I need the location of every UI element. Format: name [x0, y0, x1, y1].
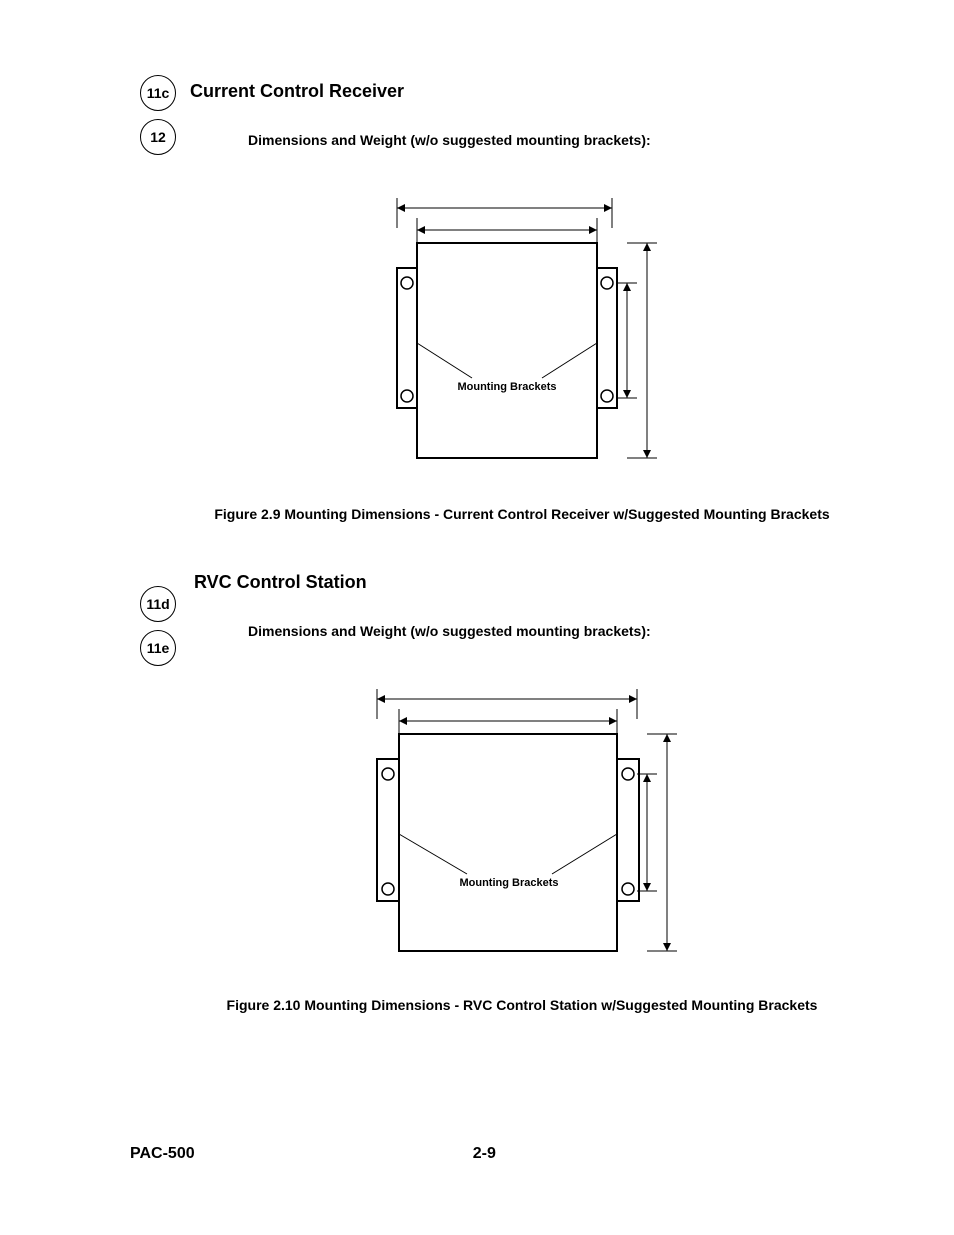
- heading-current-control-receiver: Current Control Receiver: [190, 81, 854, 102]
- footer-doc-id: PAC-500: [130, 1145, 195, 1163]
- callout-11c: 11c: [140, 75, 176, 111]
- callout-label: 11d: [146, 596, 169, 612]
- callout-rail-1: 11c 12: [140, 75, 190, 163]
- callout-12: 12: [140, 119, 176, 155]
- figure-2-9-bracket-label: Mounting Brackets: [457, 381, 556, 393]
- figure-2-9-wrap: Mounting Brackets: [190, 188, 854, 488]
- figure-2-9-caption: Figure 2.9 Mounting Dimensions - Current…: [190, 506, 854, 522]
- dimensions-line-2: Dimensions and Weight (w/o suggested mou…: [248, 623, 854, 639]
- callout-rail-2: 11d 11e: [140, 586, 190, 674]
- dimensions-line-1: Dimensions and Weight (w/o suggested mou…: [248, 132, 854, 148]
- callout-label: 11e: [147, 640, 170, 656]
- figure-2-9-diagram: Mounting Brackets: [372, 188, 672, 488]
- heading-rvc-control-station: RVC Control Station: [194, 572, 854, 593]
- figure-2-10-wrap: Mounting Brackets: [190, 679, 854, 979]
- content-column: Current Control Receiver Dimensions and …: [190, 81, 854, 1013]
- figure-2-10-caption: Figure 2.10 Mounting Dimensions - RVC Co…: [190, 997, 854, 1013]
- callout-label: 11c: [147, 85, 170, 101]
- page-footer: PAC-500 2-9: [130, 1145, 854, 1163]
- page: 11c 12 11d 11e Current Control Receiver …: [0, 0, 954, 1235]
- callout-11e: 11e: [140, 630, 176, 666]
- figure-2-10-bracket-label: Mounting Brackets: [459, 877, 558, 889]
- figure-2-10-diagram: Mounting Brackets: [357, 679, 687, 979]
- callout-label: 12: [150, 129, 166, 145]
- callout-11d: 11d: [140, 586, 176, 622]
- footer-page-number: 2-9: [473, 1145, 496, 1163]
